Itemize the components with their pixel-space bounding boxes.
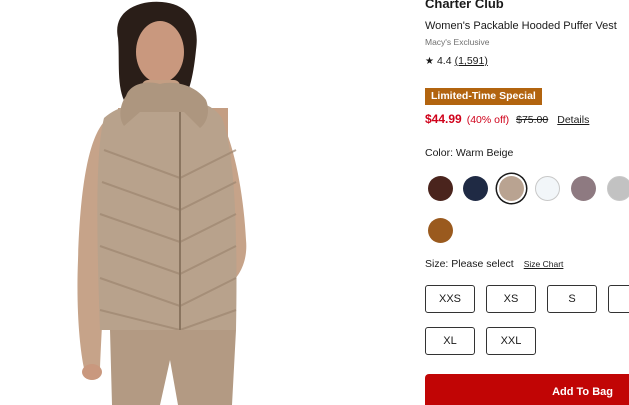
details-link[interactable]: Details bbox=[557, 114, 589, 126]
brown-swatch[interactable] bbox=[428, 176, 453, 201]
star-icon: ★ bbox=[425, 55, 434, 67]
size-label-row: Size: Please select Size Chart bbox=[425, 258, 563, 270]
warm-beige-swatch[interactable] bbox=[499, 176, 524, 201]
rating-row[interactable]: ★ 4.4 (1,591) bbox=[425, 55, 488, 67]
size-button-xxl[interactable]: XXL bbox=[486, 327, 536, 355]
color-label: Color: Warm Beige bbox=[425, 147, 514, 159]
cognac-swatch[interactable] bbox=[428, 218, 453, 243]
size-button-xl[interactable]: XL bbox=[425, 327, 475, 355]
mauve-swatch[interactable] bbox=[571, 176, 596, 201]
sale-price: $44.99 bbox=[425, 112, 462, 126]
gray-swatch[interactable] bbox=[607, 176, 629, 201]
size-button-xs[interactable]: XS bbox=[486, 285, 536, 313]
size-chart-link[interactable]: Size Chart bbox=[524, 259, 564, 269]
product-image[interactable] bbox=[0, 0, 400, 405]
size-label: Size: Please select bbox=[425, 258, 514, 270]
exclusive-label: Macy's Exclusive bbox=[425, 37, 490, 47]
brand-name[interactable]: Charter Club bbox=[425, 0, 504, 11]
size-button-xxs[interactable]: XXS bbox=[425, 285, 475, 313]
white-swatch[interactable] bbox=[535, 176, 560, 201]
navy-swatch[interactable] bbox=[463, 176, 488, 201]
original-price: $75.00 bbox=[516, 114, 549, 126]
size-button-s[interactable]: S bbox=[547, 285, 597, 313]
add-to-bag-button[interactable]: Add To Bag bbox=[425, 374, 629, 405]
price-row: $44.99 (40% off) $75.00 Details bbox=[425, 112, 589, 126]
promo-badge: Limited-Time Special bbox=[425, 88, 542, 105]
discount-percent: (40% off) bbox=[466, 114, 510, 126]
product-photo bbox=[77, 1, 247, 405]
product-title: Women's Packable Hooded Puffer Vest bbox=[425, 20, 617, 32]
size-button-m[interactable] bbox=[608, 285, 629, 313]
rating-value: 4.4 bbox=[436, 55, 452, 67]
reviews-link[interactable]: (1,591) bbox=[455, 55, 488, 67]
